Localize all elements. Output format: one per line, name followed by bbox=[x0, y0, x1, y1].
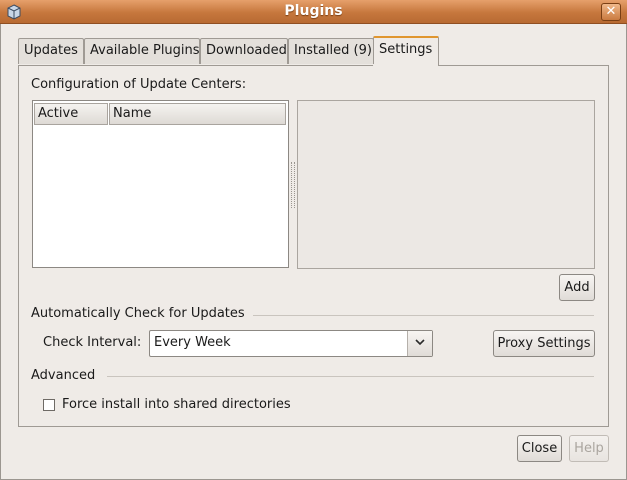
tab-label: Available Plugins bbox=[90, 43, 200, 58]
force-install-checkbox[interactable] bbox=[43, 399, 55, 411]
tab-label: Updates bbox=[24, 43, 78, 58]
check-interval-value: Every Week bbox=[154, 335, 231, 350]
check-interval-select[interactable]: Every Week bbox=[149, 330, 433, 357]
chevron-down-icon bbox=[415, 339, 425, 346]
add-button[interactable]: Add bbox=[559, 274, 595, 301]
tab-installed[interactable]: Installed (9) bbox=[288, 38, 374, 64]
tab-label: Settings bbox=[379, 42, 433, 57]
close-icon: ✕ bbox=[605, 4, 617, 19]
column-header-active[interactable]: Active bbox=[34, 103, 108, 125]
title-bar[interactable]: Plugins ✕ bbox=[0, 0, 627, 24]
proxy-settings-button[interactable]: Proxy Settings bbox=[493, 330, 595, 357]
close-window-button[interactable]: ✕ bbox=[601, 3, 621, 21]
check-interval-dropdown-button[interactable] bbox=[407, 331, 432, 356]
tab-settings[interactable]: Settings bbox=[373, 36, 439, 66]
tab-updates[interactable]: Updates bbox=[18, 38, 84, 64]
tab-downloaded[interactable]: Downloaded bbox=[200, 38, 288, 64]
update-centers-table[interactable]: Active Name bbox=[32, 100, 289, 268]
tab-label: Downloaded bbox=[206, 43, 287, 58]
help-button[interactable]: Help bbox=[569, 435, 609, 462]
tab-join bbox=[373, 64, 438, 67]
close-button[interactable]: Close bbox=[517, 435, 562, 462]
tab-available-plugins[interactable]: Available Plugins bbox=[84, 38, 200, 64]
column-header-name[interactable]: Name bbox=[109, 103, 286, 125]
window-title: Plugins bbox=[284, 3, 343, 19]
tab-label: Installed (9) bbox=[294, 43, 372, 58]
